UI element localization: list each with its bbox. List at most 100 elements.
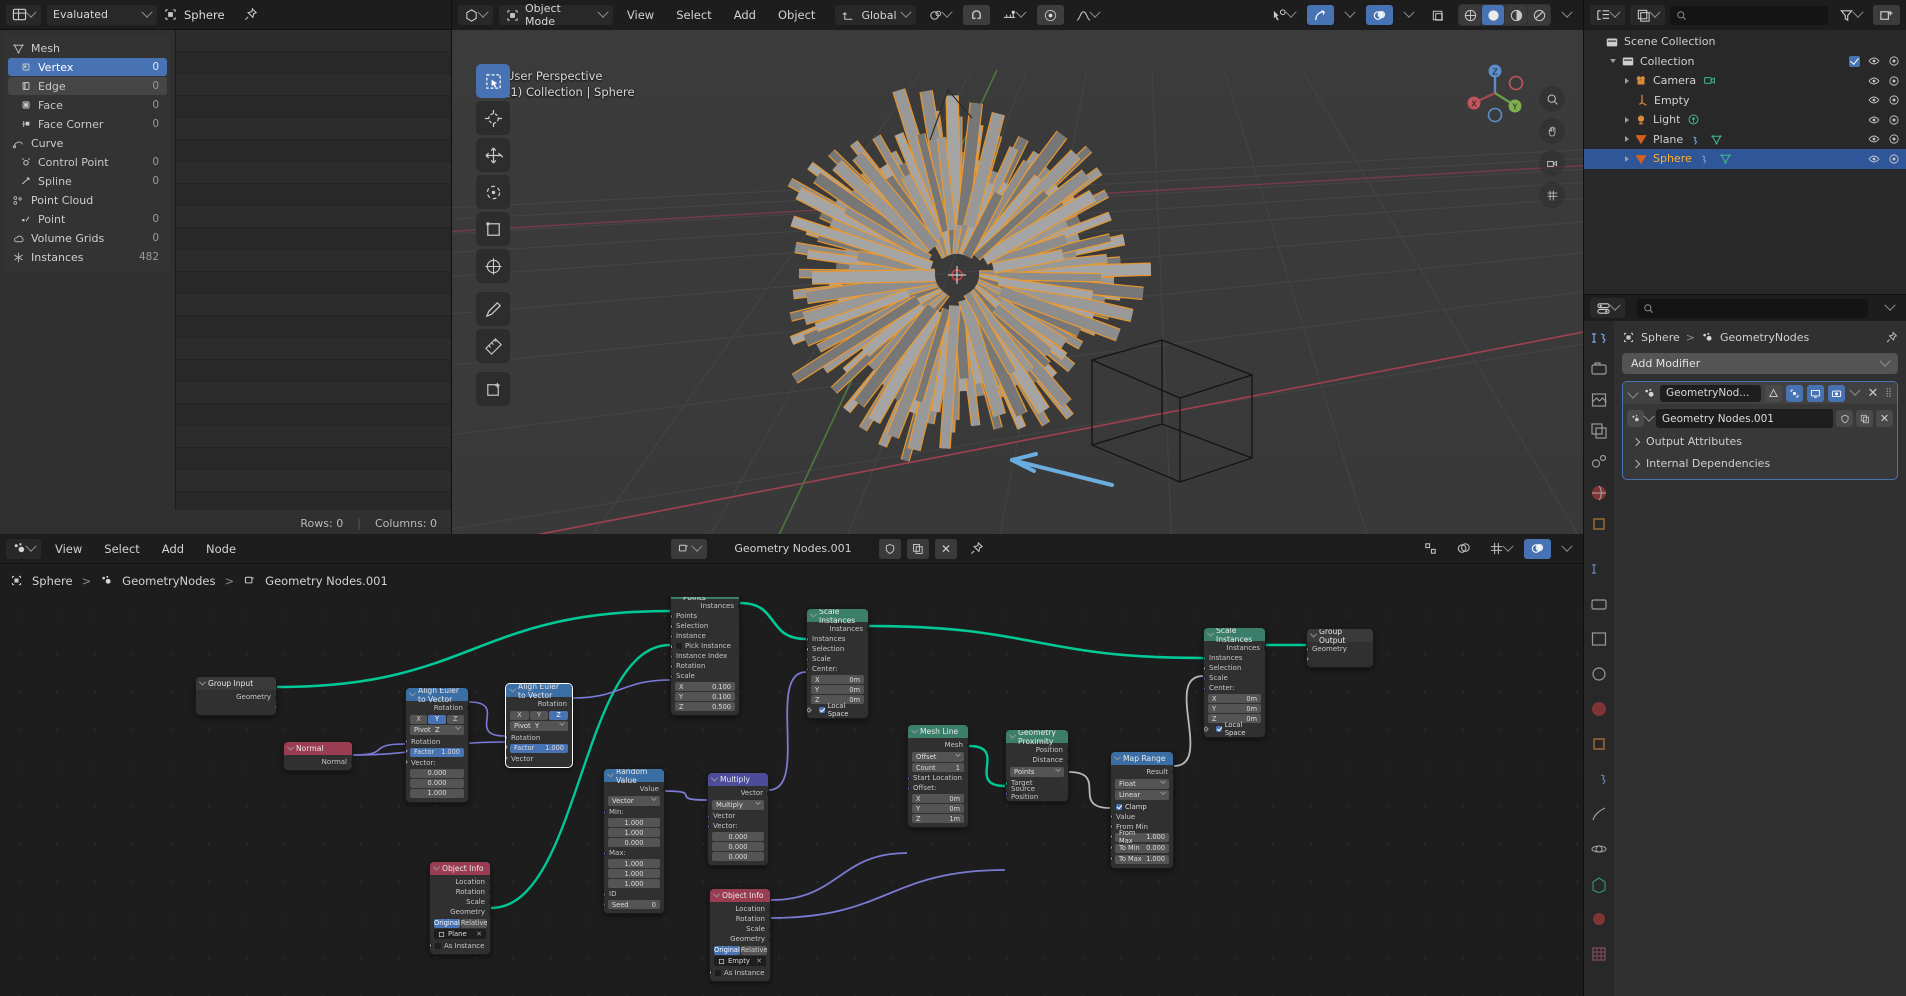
node-input-factor[interactable]: Factor 1.000 <box>406 747 468 758</box>
node-tree-browse-button[interactable] <box>671 538 707 559</box>
node-socket-bool[interactable] <box>671 623 673 629</box>
node-socket-rot[interactable] <box>406 739 408 744</box>
node-socket-int[interactable] <box>604 901 606 907</box>
hide-in-viewport-icon[interactable] <box>1868 133 1880 145</box>
expand-triangle[interactable] <box>1625 77 1629 84</box>
node-socket-vec[interactable] <box>671 673 673 679</box>
show-overlays-toggle[interactable] <box>1366 5 1393 25</box>
node-output-geometry[interactable]: Geometry <box>710 934 770 944</box>
node-enum-toggle[interactable]: Original Relative <box>714 945 768 955</box>
editor-type-button-nodes[interactable] <box>6 538 41 559</box>
proportional-falloff-button[interactable] <box>1070 5 1105 25</box>
mesh-data-icon[interactable] <box>1719 152 1732 165</box>
sidebar-tab-world[interactable] <box>1590 700 1608 718</box>
node-input-to-min[interactable]: To Min 0.000 <box>1111 843 1173 854</box>
outliner-row-empty[interactable]: Empty <box>1584 91 1906 111</box>
node-output-scale[interactable]: Scale <box>430 897 490 907</box>
sidebar-tab-particles[interactable] <box>1590 805 1608 823</box>
dataset-group-mesh[interactable]: Mesh <box>8 39 167 57</box>
node-dropdown[interactable]: Points <box>1010 765 1064 777</box>
node-menu-add[interactable]: Add <box>154 539 192 559</box>
node-pin-button[interactable] <box>963 539 990 559</box>
node-vector-component[interactable]: 0.000 <box>410 778 464 788</box>
node-header[interactable]: Scale Instances <box>807 609 868 625</box>
outliner-row-collection[interactable]: Collection <box>1584 52 1906 72</box>
shading-solid-button[interactable] <box>1482 5 1504 25</box>
node-output-instances[interactable]: Instances <box>1204 643 1265 653</box>
sidebar-tab-texture[interactable] <box>1590 945 1608 963</box>
node-input-instance[interactable]: Instance <box>671 631 739 641</box>
node-socket-bool[interactable] <box>671 643 673 649</box>
node-header[interactable]: Random Value <box>604 769 664 785</box>
node-input-start-location[interactable]: Start Location <box>908 773 968 783</box>
node-input-scale[interactable]: Scale <box>1204 673 1265 683</box>
disable-in-renders-icon[interactable] <box>1888 55 1900 67</box>
disable-in-renders-icon[interactable] <box>1888 133 1900 145</box>
transform-orientation-select[interactable]: Global <box>835 5 916 25</box>
hide-in-viewport-icon[interactable] <box>1868 153 1880 165</box>
node-output-vector[interactable]: Vector <box>708 788 768 798</box>
node-output-instances[interactable]: Instances <box>807 624 868 634</box>
node-socket-vec[interactable] <box>488 879 490 885</box>
hide-in-viewport-icon[interactable] <box>1868 94 1880 106</box>
node-vector-component-y[interactable]: Y 0.100 <box>675 692 735 701</box>
shading-dropdown[interactable] <box>1557 5 1577 25</box>
sidebar-tab-output[interactable] <box>1590 630 1608 648</box>
node-vector-component[interactable]: 1.000 <box>410 788 464 798</box>
node-vector-component-x[interactable]: X 0.100 <box>675 682 735 691</box>
measure-tool[interactable] <box>476 329 510 363</box>
node-socket-dia[interactable] <box>406 759 408 765</box>
node-breadcrumb-tree[interactable]: Geometry Nodes.001 <box>265 574 388 588</box>
node-input-scale[interactable]: Scale <box>807 654 868 664</box>
node-header[interactable]: Mesh Line <box>908 725 968 738</box>
node-group_output[interactable]: Group Output Geometry <box>1306 628 1374 668</box>
node-socket-bool[interactable] <box>1204 665 1206 671</box>
panel-internal-dependencies[interactable]: Internal Dependencies <box>1623 454 1897 473</box>
node-input-selection[interactable]: Selection <box>671 621 739 631</box>
node-input-vector[interactable]: Vector <box>506 754 572 764</box>
node-vector-component-y[interactable]: Y 0m <box>811 685 864 694</box>
node-menu-node[interactable]: Node <box>198 539 244 559</box>
node-socket-vec[interactable] <box>766 790 768 796</box>
node-socket-geo[interactable] <box>1307 646 1309 652</box>
tab-view-layer[interactable] <box>1590 422 1608 440</box>
display-mode-button[interactable] <box>1630 5 1665 25</box>
node-normal[interactable]: Normal Normal <box>283 741 353 771</box>
unlink-datablock-button[interactable]: ✕ <box>1876 410 1893 427</box>
node-input-scale[interactable]: Scale <box>671 671 739 681</box>
node-input-factor[interactable]: Factor 1.000 <box>506 743 572 754</box>
disable-in-renders-icon[interactable] <box>1888 114 1900 126</box>
pin-icon-properties[interactable] <box>1885 331 1898 344</box>
dataset-item-vertex[interactable]: Vertex 0 <box>8 58 167 76</box>
panel-output-attributes[interactable]: Output Attributes <box>1623 432 1897 451</box>
node-input-instance-index[interactable]: Instance Index <box>671 651 739 661</box>
node-vector-component[interactable]: 0.000 <box>712 832 764 841</box>
properties-options-button[interactable] <box>1880 298 1900 318</box>
node-output-position[interactable]: Position <box>1006 745 1068 755</box>
node-group_input[interactable]: Group Input Geometry <box>195 676 277 716</box>
enum-option-original[interactable]: Original <box>434 918 460 928</box>
pin-icon[interactable] <box>243 7 258 22</box>
mesh-data-icon[interactable] <box>1710 133 1723 146</box>
node-local-space-checkbox[interactable]: Local Space <box>1204 721 1265 737</box>
node-socket-f[interactable] <box>1111 834 1113 839</box>
node-object_info_empty[interactable]: Object Info Location Rotation Scale Geometry… <box>709 888 771 982</box>
node-socket-geo[interactable] <box>768 936 770 942</box>
collapse-triangle[interactable] <box>1610 59 1616 64</box>
node-header[interactable]: Object Info <box>430 862 490 875</box>
node-menu-select[interactable]: Select <box>96 539 147 559</box>
select-box-tool[interactable] <box>476 64 510 98</box>
node-socket-geo[interactable] <box>1204 655 1206 661</box>
node-vector-component-z[interactable]: Z 0.500 <box>675 702 735 711</box>
enum-option-z[interactable]: Z <box>549 710 569 720</box>
dataset-item-face[interactable]: Face 0 <box>8 96 167 114</box>
node-tree-copy-button[interactable] <box>907 538 929 559</box>
node-input-center:[interactable]: Center: <box>807 664 868 674</box>
node-input-as-instance[interactable]: As Instance <box>430 941 490 951</box>
editor-type-button[interactable] <box>6 4 41 25</box>
node-vector-component[interactable]: 1.000 <box>608 879 660 888</box>
tab-modifier[interactable] <box>1590 329 1608 347</box>
snap-pivot-button[interactable] <box>922 5 957 25</box>
node-scale_instances_1[interactable]: Scale Instances Instances Instances Selecti… <box>806 608 869 719</box>
modifier-name-field[interactable]: GeometryNod... <box>1660 384 1761 402</box>
